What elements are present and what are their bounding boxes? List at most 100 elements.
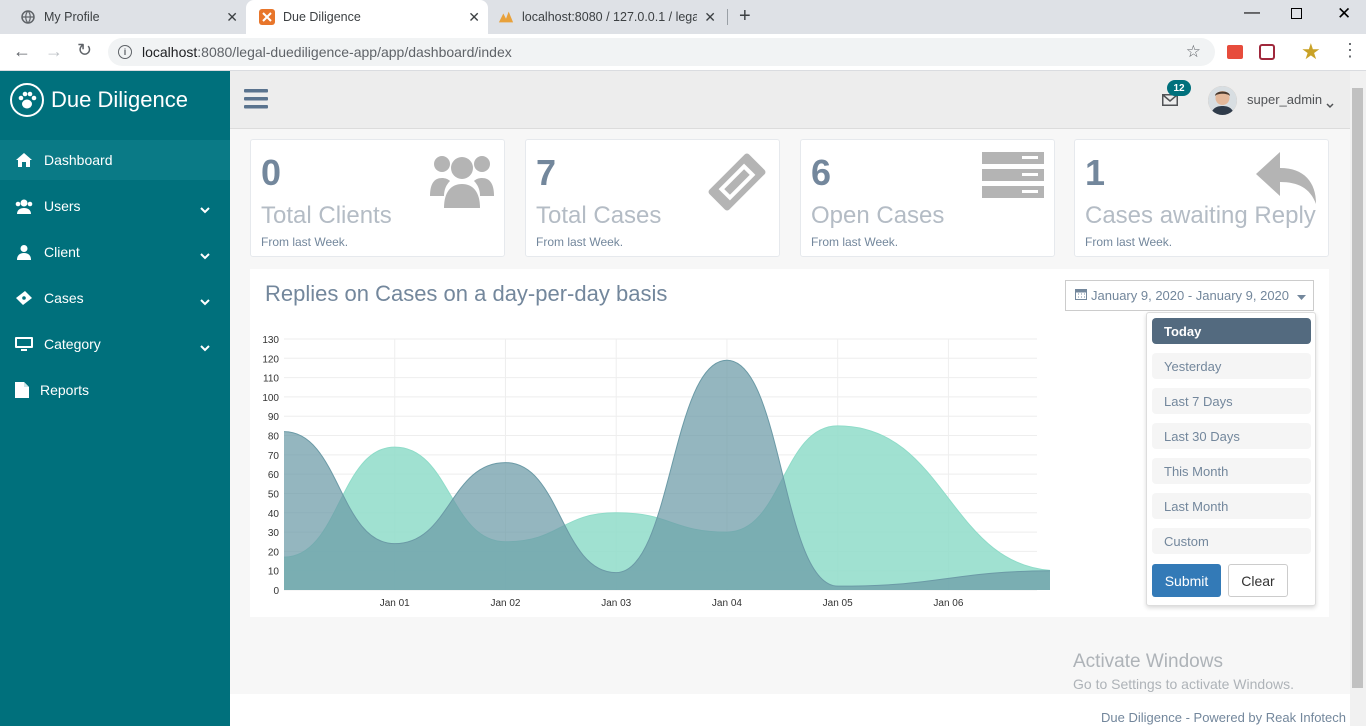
range-option-today[interactable]: Today: [1152, 318, 1311, 344]
y-tick-label: 130: [262, 335, 279, 346]
date-range-value: January 9, 2020 - January 9, 2020: [1091, 288, 1290, 303]
ticket-icon: [705, 150, 769, 219]
caret-down-icon: [1297, 288, 1307, 303]
chevron-down-icon: [200, 293, 210, 309]
home-icon: [14, 152, 34, 168]
tab-title: Due Diligence: [283, 10, 361, 24]
date-range-picker[interactable]: January 9, 2020 - January 9, 2020: [1065, 280, 1314, 311]
reload-icon[interactable]: ↻: [77, 40, 92, 61]
x-tick-label: Jan 01: [380, 598, 410, 609]
tab-phpmyadmin[interactable]: localhost:8080 / 127.0.0.1 / legal ✕: [488, 0, 724, 34]
range-option-last-month[interactable]: Last Month: [1152, 493, 1311, 519]
chevron-down-icon: [200, 247, 210, 263]
stat-label: Total Cases: [536, 202, 662, 229]
tab-title: My Profile: [44, 10, 100, 24]
url-host: localhost: [142, 44, 198, 60]
desktop-icon: [14, 336, 34, 352]
stat-value: 6: [811, 152, 832, 193]
stat-sub: From last Week.: [1085, 235, 1173, 249]
sidebar-item-label: Cases: [44, 290, 84, 306]
stat-card-open-cases: 6 Open Cases From last Week.: [800, 139, 1055, 257]
watermark-title: Activate Windows: [1073, 651, 1223, 672]
stat-card-total-clients: 0 Total Clients From last Week.: [250, 139, 505, 257]
close-tab-icon[interactable]: ✕: [704, 9, 716, 26]
date-range-dropdown: Today Yesterday Last 7 Days Last 30 Days…: [1146, 312, 1316, 606]
hamburger-menu-icon[interactable]: [244, 89, 268, 114]
bookmark-star-icon[interactable]: ☆: [1186, 42, 1201, 62]
main-content: 0 Total Clients From last Week. 7 Total …: [230, 129, 1350, 694]
clear-button[interactable]: Clear: [1228, 564, 1288, 597]
y-tick-label: 10: [268, 567, 280, 578]
sidebar-item-reports[interactable]: Reports: [0, 370, 230, 410]
y-tick-label: 40: [268, 509, 280, 520]
page-scrollbar[interactable]: [1350, 71, 1366, 726]
stat-sub: From last Week.: [261, 235, 349, 249]
range-option-custom[interactable]: Custom: [1152, 528, 1311, 554]
y-tick-label: 120: [262, 354, 279, 365]
stat-value: 1: [1085, 152, 1106, 193]
browser-menu-icon[interactable]: ⋮: [1341, 40, 1359, 61]
y-tick-label: 20: [268, 547, 280, 558]
y-tick-label: 0: [273, 586, 279, 597]
brand[interactable]: Due Diligence: [0, 71, 230, 129]
ticket-icon: [14, 290, 34, 306]
x-tick-label: Jan 05: [823, 598, 853, 609]
reply-icon: [1256, 150, 1318, 213]
pocket-extension-icon[interactable]: [1259, 44, 1275, 60]
sidebar-item-label: Reports: [40, 382, 90, 398]
star-extension-icon[interactable]: ★: [1301, 39, 1321, 65]
x-tick-label: Jan 02: [490, 598, 520, 609]
x-tick-label: Jan 06: [933, 598, 963, 609]
tab-due-diligence[interactable]: Due Diligence ✕: [246, 0, 488, 34]
y-tick-label: 90: [268, 412, 280, 423]
stat-value: 0: [261, 152, 282, 193]
sidebar-item-label: Users: [44, 198, 81, 214]
tab-title: localhost:8080 / 127.0.0.1 / legal: [522, 10, 697, 24]
footer-text: Due Diligence - Powered by Reak Infotech: [1101, 710, 1346, 725]
watermark-subtitle: Go to Settings to activate Windows.: [1073, 676, 1294, 692]
range-option-last-7-days[interactable]: Last 7 Days: [1152, 388, 1311, 414]
replies-chart-panel: Replies on Cases on a day-per-day basis …: [250, 269, 1329, 617]
maximize-icon[interactable]: [1291, 8, 1302, 19]
sidebar: Due Diligence Dashboard Users Client Cas…: [0, 71, 230, 726]
range-option-yesterday[interactable]: Yesterday: [1152, 353, 1311, 379]
scrollbar-thumb[interactable]: [1352, 88, 1363, 688]
sidebar-item-cases[interactable]: Cases: [0, 278, 230, 318]
info-icon[interactable]: i: [118, 45, 132, 59]
pdf-extension-icon[interactable]: [1227, 45, 1243, 59]
chevron-down-icon[interactable]: [1326, 96, 1334, 114]
y-tick-label: 30: [268, 528, 280, 539]
y-tick-label: 70: [268, 451, 280, 462]
x-tick-label: Jan 04: [712, 598, 742, 609]
users-icon: [14, 198, 34, 214]
sidebar-item-client[interactable]: Client: [0, 232, 230, 272]
close-tab-icon[interactable]: ✕: [468, 9, 480, 26]
tab-my-profile[interactable]: My Profile ✕: [0, 0, 246, 34]
range-option-this-month[interactable]: This Month: [1152, 458, 1311, 484]
y-tick-label: 60: [268, 470, 280, 481]
minimize-icon[interactable]: —: [1244, 4, 1260, 22]
replies-area-chart: 0 10 20 30 40 50 60 70 80 90 100 110 120 130 Jan 01 Jan…: [262, 335, 1050, 609]
avatar[interactable]: [1208, 86, 1237, 115]
stat-sub: From last Week.: [536, 235, 624, 249]
server-icon: [982, 150, 1044, 205]
new-tab-icon[interactable]: +: [739, 5, 751, 28]
browser-toolbar: ← → ↻ i localhost:8080/legal-duediligenc…: [0, 34, 1366, 71]
stat-card-total-cases: 7 Total Cases From last Week.: [525, 139, 780, 257]
sidebar-item-users[interactable]: Users: [0, 186, 230, 226]
close-tab-icon[interactable]: ✕: [226, 9, 238, 26]
close-window-icon[interactable]: ✕: [1337, 4, 1351, 24]
sidebar-item-label: Client: [44, 244, 80, 260]
forward-icon[interactable]: →: [45, 41, 63, 62]
range-option-last-30-days[interactable]: Last 30 Days: [1152, 423, 1311, 449]
sidebar-item-category[interactable]: Category: [0, 324, 230, 364]
username[interactable]: super_admin: [1247, 92, 1322, 107]
back-icon[interactable]: ←: [13, 41, 31, 62]
submit-button[interactable]: Submit: [1152, 564, 1221, 597]
y-tick-label: 100: [262, 393, 279, 404]
user-icon: [14, 244, 34, 260]
users-icon: [430, 150, 494, 215]
address-bar[interactable]: i localhost:8080/legal-duediligence-app/…: [108, 38, 1215, 66]
sidebar-item-dashboard[interactable]: Dashboard: [0, 140, 230, 180]
stat-sub: From last Week.: [811, 235, 899, 249]
